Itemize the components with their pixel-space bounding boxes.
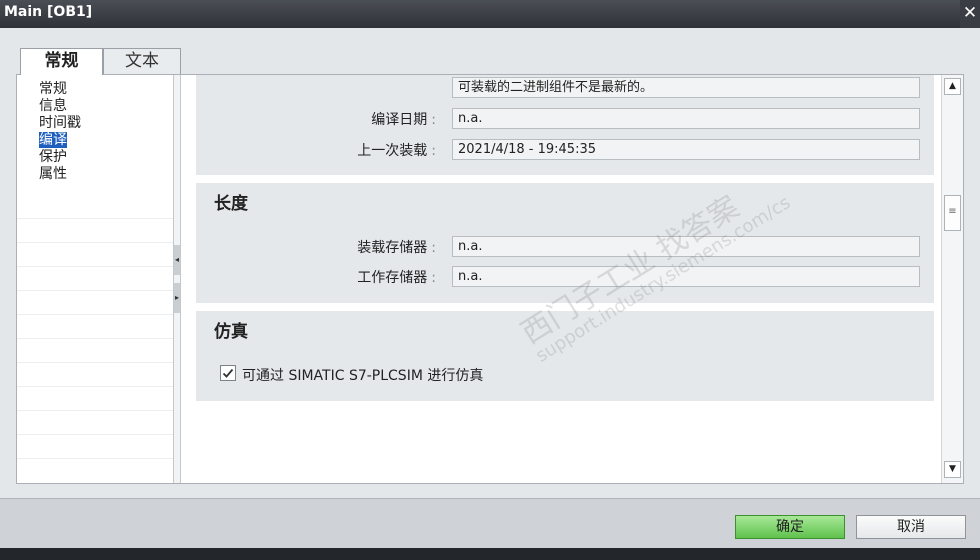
nav-item-compile[interactable]: 编译 (17, 132, 81, 149)
collapse-left-icon[interactable]: ◂ (174, 245, 180, 275)
dialog-footer: 确定 取消 (0, 498, 980, 548)
nav-tree: 常规 信息 时间戳 编译 保护 属性 (17, 75, 173, 483)
scroll-down-icon[interactable]: ▼ (944, 461, 961, 478)
length-section: 长度 装载存储器: n.a. 工作存储器: n.a. (196, 183, 934, 303)
nav-empty-rows (17, 195, 173, 459)
content-area: 可装载的二进制组件不是最新的。 编译日期: n.a. 上一次装载: 2021/4… (181, 75, 941, 483)
simulation-checkbox[interactable] (220, 365, 236, 381)
properties-panel: 常规 信息 时间戳 编译 保护 属性 ◂ ▸ 可装载的二进制组件不是最新的。 编… (16, 74, 964, 484)
load-memory-label: 装载存储器: (357, 240, 436, 256)
compile-date-label: 编译日期: (371, 112, 436, 128)
compile-date-field[interactable]: n.a. (452, 108, 920, 129)
last-load-label: 上一次装载: (357, 143, 436, 159)
checkmark-icon (222, 368, 234, 378)
splitter[interactable]: ◂ ▸ (173, 75, 181, 483)
tab-text[interactable]: 文本 (103, 48, 181, 74)
work-memory-label: 工作存储器: (357, 270, 436, 286)
last-load-field[interactable]: 2021/4/18 - 19:45:35 (452, 139, 920, 160)
work-memory-field[interactable]: n.a. (452, 266, 920, 287)
simulation-checkbox-label[interactable]: 可通过 SIMATIC S7-PLCSIM 进行仿真 (242, 365, 483, 385)
nav-item-info[interactable]: 信息 (17, 98, 81, 115)
compile-section: 可装载的二进制组件不是最新的。 编译日期: n.a. 上一次装载: 2021/4… (196, 75, 934, 175)
tab-general[interactable]: 常规 (20, 48, 103, 75)
window-title: Main [OB1] (4, 4, 93, 20)
simulation-title: 仿真 (214, 322, 248, 342)
nav-item-protection[interactable]: 保护 (17, 149, 81, 166)
length-title: 长度 (214, 194, 248, 214)
nav-item-timestamp[interactable]: 时间戳 (17, 115, 81, 132)
title-bar: Main [OB1] ✕ (0, 0, 980, 28)
properties-dialog: 常规 文本 常规 信息 时间戳 编译 保护 属性 ◂ ▸ 可装载的二进制组件不是… (0, 28, 980, 498)
vertical-scrollbar[interactable]: ▲ ≡ ▼ (941, 75, 963, 483)
expand-right-icon[interactable]: ▸ (174, 283, 180, 313)
scroll-thumb[interactable]: ≡ (944, 195, 961, 231)
bottom-border (0, 548, 980, 560)
ok-button[interactable]: 确定 (735, 515, 845, 539)
nav-item-attributes[interactable]: 属性 (17, 166, 81, 183)
nav-item-general[interactable]: 常规 (17, 81, 81, 98)
load-memory-field[interactable]: n.a. (452, 236, 920, 257)
close-icon[interactable]: ✕ (960, 0, 980, 28)
scroll-up-icon[interactable]: ▲ (944, 78, 961, 95)
compile-status-field[interactable]: 可装载的二进制组件不是最新的。 (452, 77, 920, 98)
simulation-section: 仿真 可通过 SIMATIC S7-PLCSIM 进行仿真 (196, 311, 934, 401)
cancel-button[interactable]: 取消 (856, 515, 966, 539)
